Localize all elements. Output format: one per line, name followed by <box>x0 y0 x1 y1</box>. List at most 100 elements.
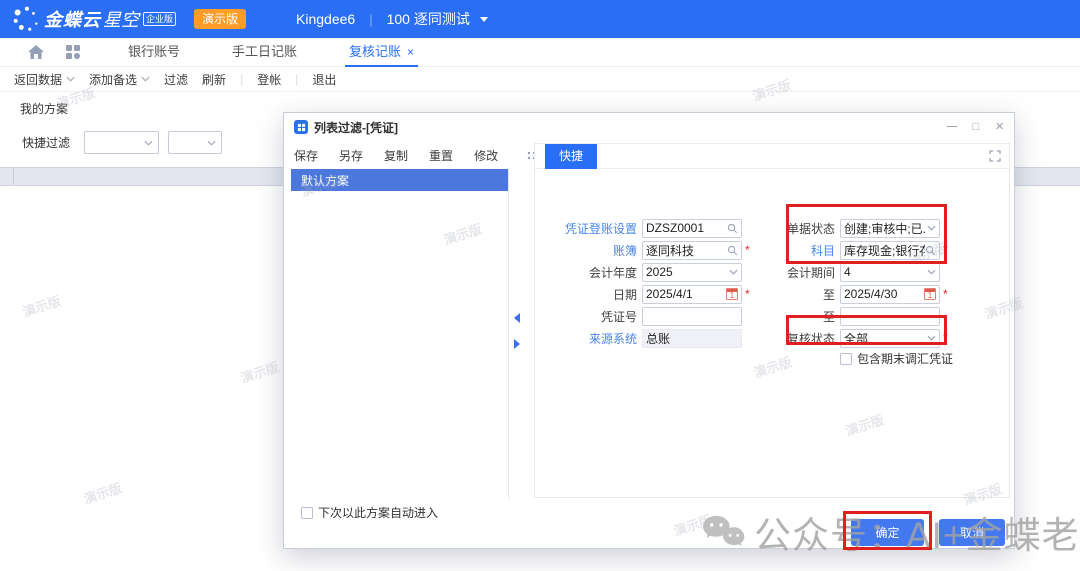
account-book-field[interactable]: 逐同科技 <box>642 241 742 260</box>
demo-version-badge[interactable]: 演示版 <box>194 9 246 29</box>
filter-form-panel: 快捷 凭证登账设置 DZSZ0001 账簿 逐同科技 <box>534 143 1010 498</box>
fiscal-year-label: 会计年度 <box>535 264 642 281</box>
chevron-down-icon <box>141 76 150 82</box>
menu-return-data[interactable]: 返回数据 <box>14 71 75 88</box>
brand-sub: 星空 <box>103 6 139 32</box>
copy-button[interactable]: 复制 <box>384 147 408 164</box>
dialog-title: 列表过滤-[凭证] <box>314 119 398 136</box>
field-value: 总账 <box>646 330 738 347</box>
chevron-down-icon[interactable] <box>927 335 936 341</box>
fiscal-year-select[interactable]: 2025 <box>642 263 742 282</box>
kingdee-logo-icon <box>12 5 40 33</box>
date-from-field[interactable]: 2025/4/1 <box>642 285 742 304</box>
form-row: 凭证号 <box>535 306 765 326</box>
checkbox-icon[interactable] <box>301 507 313 519</box>
field-value: 逐同科技 <box>646 242 727 259</box>
plan-item-label: 默认方案 <box>301 172 349 189</box>
voucher-posting-setting-label[interactable]: 凭证登账设置 <box>535 220 642 237</box>
tab-close-icon[interactable]: × <box>407 45 414 59</box>
home-icon[interactable] <box>28 45 44 59</box>
reset-button[interactable]: 重置 <box>429 147 453 164</box>
org-caret-down-icon[interactable] <box>480 17 488 22</box>
chevron-down-icon <box>66 76 75 82</box>
date-to-field[interactable]: 2025/4/30 <box>840 285 940 304</box>
menu-exit[interactable]: 退出 <box>312 71 336 88</box>
menu-refresh[interactable]: 刷新 <box>202 71 226 88</box>
auto-enter-checkbox-row[interactable]: 下次以此方案自动进入 <box>301 504 438 521</box>
account-subject-label[interactable]: 科目 <box>740 242 840 259</box>
demo-watermark: 演示版 <box>81 477 124 507</box>
app-grid-icon[interactable] <box>66 45 80 59</box>
tab-manual-journal[interactable]: 手工日记账 <box>228 38 301 67</box>
org-selector[interactable]: 100 逐同测试 <box>387 9 470 29</box>
form-row: 至 <box>740 306 1000 326</box>
accounting-period-label: 会计期间 <box>740 264 840 281</box>
dialog-titlebar[interactable]: 列表过滤-[凭证] □ × <box>284 113 1014 141</box>
include-revaluation-checkbox-row[interactable]: 包含期末调汇凭证 <box>840 350 953 367</box>
brand-main: 金蝶云 <box>44 6 101 32</box>
tab-bar: 银行账号 手工日记账 复核记账 × <box>0 38 1080 67</box>
dialog-title-icon <box>294 120 308 134</box>
menu-filter[interactable]: 过滤 <box>164 71 188 88</box>
required-asterisk: * <box>943 243 948 257</box>
splitter-expand-right-icon[interactable] <box>514 339 520 349</box>
quick-filter-select-1[interactable] <box>84 131 159 154</box>
tab-bank-account[interactable]: 银行账号 <box>124 38 184 67</box>
menu-label: 过滤 <box>164 71 188 88</box>
chevron-down-icon[interactable] <box>927 269 936 275</box>
form-row: 至 2025/4/30 * <box>740 284 1000 304</box>
brand: 金蝶云 星空 企业版 <box>44 6 176 32</box>
search-icon[interactable] <box>727 245 738 256</box>
source-system-label[interactable]: 来源系统 <box>535 330 642 347</box>
voucher-no-label: 凭证号 <box>535 308 642 325</box>
account-subject-field[interactable]: 库存现金;银行存款 <box>840 241 940 260</box>
tab-quick-filter[interactable]: 快捷 <box>545 144 597 169</box>
menu-post[interactable]: 登帐 <box>257 71 281 88</box>
review-status-select[interactable]: 全部 <box>840 329 940 348</box>
quick-filter-select-2[interactable] <box>168 131 222 154</box>
cancel-button[interactable]: 取消 <box>939 519 1005 546</box>
search-icon[interactable] <box>925 245 936 256</box>
field-value: DZSZ0001 <box>646 221 727 235</box>
splitter-collapse-left-icon[interactable] <box>514 313 520 323</box>
maximize-icon[interactable]: □ <box>973 121 980 133</box>
save-button[interactable]: 保存 <box>294 147 318 164</box>
menu-label: 刷新 <box>202 71 226 88</box>
menu-label: 添加备选 <box>89 71 137 88</box>
demo-watermark: 演示版 <box>238 356 281 386</box>
accounting-period-select[interactable]: 4 <box>840 263 940 282</box>
brand-edition-badge: 企业版 <box>143 12 176 26</box>
field-value: 4 <box>844 265 927 279</box>
tab-review-posting[interactable]: 复核记账 × <box>345 38 418 67</box>
quick-filter-label: 快捷过滤 <box>22 134 70 151</box>
tab-label: 复核记账 <box>349 44 401 59</box>
expand-fullscreen-icon[interactable] <box>989 150 1001 162</box>
minimize-icon[interactable] <box>947 126 957 128</box>
chevron-down-icon[interactable] <box>729 269 738 275</box>
chevron-down-icon <box>207 140 216 146</box>
chevron-down-icon[interactable] <box>927 225 936 231</box>
plan-item-default[interactable]: 默认方案 <box>291 169 508 191</box>
modify-button[interactable]: 修改 <box>474 147 498 164</box>
save-as-button[interactable]: 另存 <box>339 147 363 164</box>
field-value: 2025/4/1 <box>646 287 726 301</box>
background-grid-header-right <box>1015 167 1080 186</box>
review-status-label: 复核状态 <box>740 330 840 347</box>
search-icon[interactable] <box>727 223 738 234</box>
form-row: 复核状态 全部 * <box>740 328 1000 348</box>
menu-add-candidate[interactable]: 添加备选 <box>89 71 150 88</box>
ok-button[interactable]: 确定 <box>851 519 924 546</box>
calendar-icon[interactable] <box>726 288 738 300</box>
checkbox-icon[interactable] <box>840 353 852 365</box>
form-tabstrip: 快捷 <box>535 144 1009 169</box>
voucher-posting-setting-field[interactable]: DZSZ0001 <box>642 219 742 238</box>
account-book-label[interactable]: 账簿 <box>535 242 642 259</box>
calendar-icon[interactable] <box>924 288 936 300</box>
document-status-select[interactable]: 创建;审核中;已... <box>840 219 940 238</box>
action-toolbar: 返回数据 添加备选 过滤 刷新 | 登帐 | 退出 <box>0 67 1080 92</box>
range-to-secondary-label: 至 <box>740 308 840 325</box>
voucher-no-field[interactable] <box>642 307 742 326</box>
dialog-toolbar: 保存 另存 复制 重置 修改 <box>294 143 558 167</box>
range-to-secondary-field[interactable] <box>840 307 940 326</box>
close-icon[interactable]: × <box>995 121 1004 133</box>
